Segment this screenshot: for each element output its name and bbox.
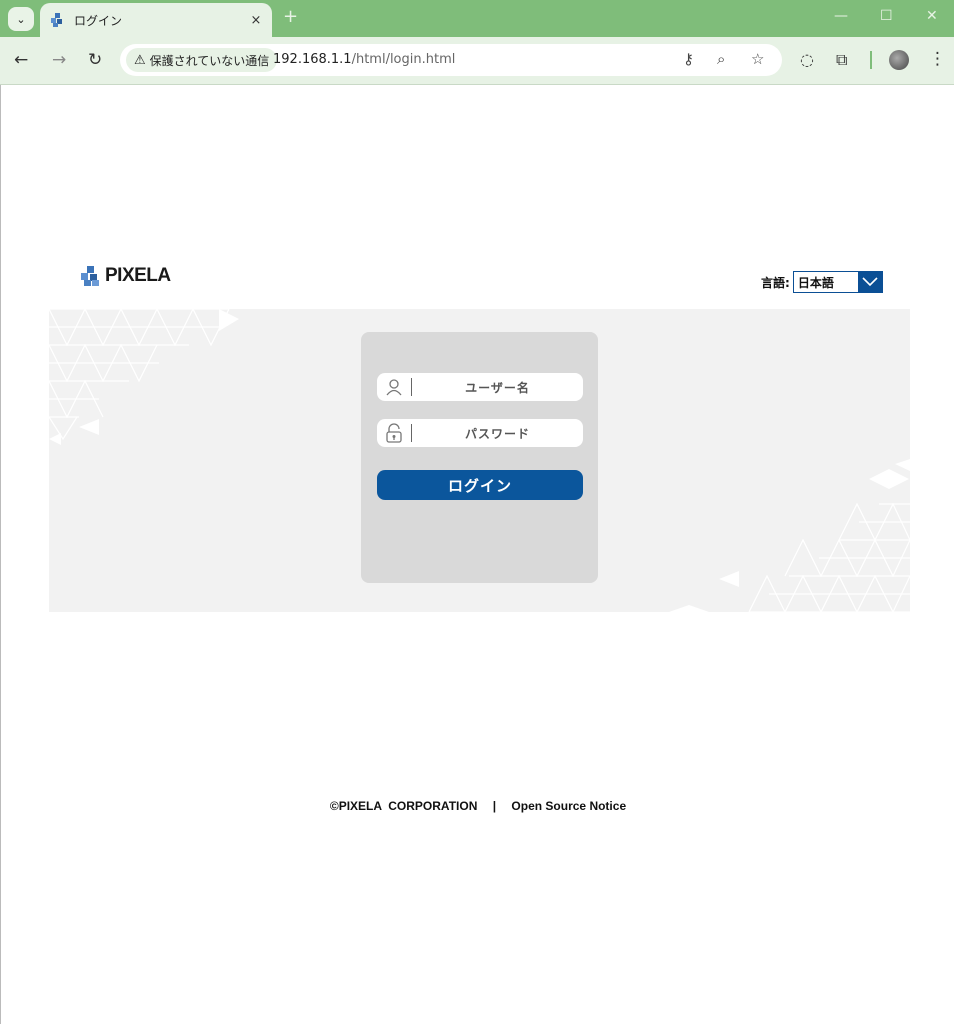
new-tab-button[interactable]: +	[283, 6, 298, 27]
profile-avatar[interactable]	[889, 50, 909, 70]
language-selected-value: 日本語	[797, 275, 834, 290]
zoom-icon[interactable]: ⌕	[717, 50, 725, 68]
login-form-card: ユーザー名 パスワード ログイン	[361, 332, 598, 583]
address-bar[interactable]: ⚠ 保護されていない通信 192.168.1.1/html/login.html…	[120, 44, 782, 76]
browser-tab-strip: ⌄ ログイン × + — ☐ ✕	[0, 0, 954, 37]
page-viewport: PIXELA 言語: 日本語 ユーザー名 パスワード ログイン ©PIXELA …	[0, 85, 954, 1024]
tab-close-icon[interactable]: ×	[246, 13, 266, 28]
login-button[interactable]: ログイン	[377, 470, 583, 500]
open-source-notice-link[interactable]: Open Source Notice	[511, 799, 626, 813]
lock-icon	[377, 423, 411, 443]
language-label: 言語:	[761, 275, 790, 290]
password-placeholder: パスワード	[464, 426, 530, 441]
username-field[interactable]: ユーザー名	[377, 373, 583, 401]
back-icon[interactable]: ←	[14, 50, 28, 70]
language-select[interactable]: 日本語	[792, 271, 883, 293]
browser-tab-active[interactable]: ログイン ×	[40, 3, 272, 37]
maximize-icon[interactable]: ☐	[880, 8, 893, 24]
footer-separator: |	[492, 799, 497, 813]
pixela-favicon-icon	[50, 12, 66, 28]
url-path: /html/login.html	[351, 52, 456, 67]
menu-kebab-icon[interactable]: ⋮	[929, 49, 946, 69]
chevron-down-icon	[857, 272, 882, 292]
user-icon	[377, 378, 411, 396]
security-chip-label: 保護されていない通信	[149, 53, 270, 68]
brand-name: PIXELA	[105, 265, 171, 286]
bookmark-star-icon[interactable]: ☆	[751, 50, 764, 68]
tab-title: ログイン	[74, 13, 123, 28]
toolbar-separator	[870, 51, 872, 69]
extensions-puzzle-icon[interactable]: ⧉	[836, 50, 847, 70]
chevron-down-icon: ⌄	[16, 12, 26, 26]
forward-icon[interactable]: →	[52, 50, 66, 70]
reload-icon[interactable]: ↻	[88, 50, 102, 70]
pixela-logo: PIXELA	[79, 265, 171, 287]
url-text[interactable]: 192.168.1.1/html/login.html	[273, 52, 455, 67]
minimize-icon[interactable]: —	[834, 8, 848, 24]
tab-search-button[interactable]: ⌄	[8, 7, 34, 31]
username-placeholder: ユーザー名	[465, 380, 530, 395]
page-footer: ©PIXELA CORPORATION | Open Source Notice	[1, 799, 954, 813]
warning-icon: ⚠	[134, 52, 146, 68]
window-close-icon[interactable]: ✕	[926, 8, 938, 24]
extension-icon[interactable]: ◌	[800, 50, 814, 69]
pixela-cubes-icon	[79, 265, 101, 287]
security-chip[interactable]: ⚠ 保護されていない通信	[126, 48, 278, 72]
copyright-text: ©PIXELA CORPORATION	[329, 799, 478, 813]
language-selector: 言語: 日本語	[761, 271, 883, 293]
password-field[interactable]: パスワード	[377, 419, 583, 447]
password-key-icon[interactable]: ⚷	[683, 50, 694, 68]
browser-toolbar: ← → ↻ ⚠ 保護されていない通信 192.168.1.1/html/logi…	[0, 37, 954, 85]
url-host: 192.168.1.1	[273, 52, 352, 67]
